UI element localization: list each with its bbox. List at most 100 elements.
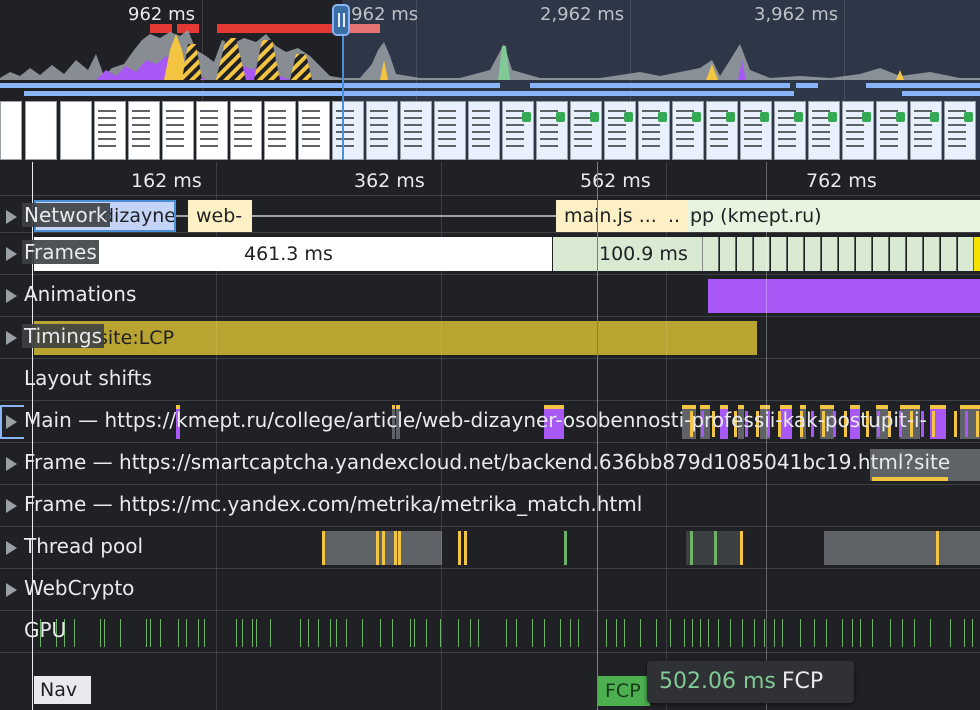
gpu-slice xyxy=(300,619,301,647)
filmstrip-thumbnail xyxy=(502,101,534,160)
thumbnail-text-line xyxy=(948,124,966,126)
thumbnail-image xyxy=(692,112,701,122)
gpu-slice xyxy=(392,619,393,647)
range-handle-icon[interactable] xyxy=(332,4,350,36)
frame-tick xyxy=(890,237,906,271)
frame-block[interactable]: 461.3 ms xyxy=(34,237,552,271)
frame-tick xyxy=(788,237,804,271)
thumbnail-text-line xyxy=(812,124,830,126)
expand-triangle-icon[interactable] xyxy=(6,457,17,471)
expand-triangle-icon[interactable] xyxy=(6,499,17,513)
pool-slice xyxy=(382,531,385,565)
frame-metrika-track[interactable]: Frame — https://mc.yandex.com/metrika/me… xyxy=(0,484,980,526)
thumbnail-text-line xyxy=(132,124,150,126)
thumbnail-text-line xyxy=(234,138,252,140)
network-request[interactable]: .. xyxy=(666,200,688,232)
thumbnail-image xyxy=(930,112,939,122)
thumbnail-text-line xyxy=(642,110,660,112)
animations-track[interactable]: Animations xyxy=(0,274,980,316)
gpu-slice xyxy=(318,619,319,647)
filmstrip-thumbnail xyxy=(400,101,432,160)
thumbnail-text-line xyxy=(710,124,728,126)
expand-triangle-icon[interactable] xyxy=(6,331,17,345)
fcp-marker[interactable]: FCP xyxy=(598,676,650,706)
thumbnail-text-line xyxy=(540,145,558,147)
filmstrip-thumbnail xyxy=(672,101,704,160)
network-request[interactable]: web- xyxy=(188,200,252,232)
expand-triangle-icon[interactable] xyxy=(6,289,17,303)
gpu-slice xyxy=(414,619,415,647)
thumbnail-image xyxy=(590,112,599,122)
thumbnail-text-line xyxy=(200,138,218,140)
gpu-slice xyxy=(362,619,363,647)
main-task-slice xyxy=(943,411,946,437)
gpu-slice xyxy=(914,619,915,647)
thumbnail-text-line xyxy=(98,145,116,147)
expand-triangle-icon[interactable] xyxy=(6,415,17,429)
track-name: Animations xyxy=(24,282,137,306)
filmstrip-thumbnail xyxy=(570,101,602,160)
filmstrip-thumbnail xyxy=(808,101,840,160)
thumbnail-text-line xyxy=(914,138,932,140)
gpu-slice xyxy=(458,619,459,647)
thumbnail-text-line xyxy=(166,110,184,112)
frame-smartcaptcha-track[interactable]: Frame — https://smartcaptcha.yandexcloud… xyxy=(0,442,980,484)
gpu-slice xyxy=(204,619,205,647)
thumbnail-text-line xyxy=(608,138,626,140)
gpu-slice xyxy=(570,619,571,647)
filmstrip-thumbnail xyxy=(638,101,670,160)
network-track[interactable]: dizayne web- main.js ... .. pp (kmept.ru… xyxy=(0,195,980,237)
pool-slice xyxy=(740,531,743,565)
network-request[interactable]: main.js ... xyxy=(556,200,666,232)
expand-triangle-icon[interactable] xyxy=(6,210,17,224)
main-thread-track[interactable]: Main — https://kmept.ru/college/article/… xyxy=(0,400,980,442)
webcrypto-track[interactable]: WebCrypto xyxy=(0,568,980,610)
frame-tick xyxy=(958,237,974,271)
thumbnail-text-line xyxy=(914,145,932,147)
timings-track[interactable]: site:LCP Timings xyxy=(0,316,980,358)
filmstrip-thumbnail xyxy=(536,101,568,160)
expand-triangle-icon[interactable] xyxy=(6,247,17,261)
track-name: GPU xyxy=(24,618,67,642)
gpu-slice xyxy=(708,619,709,647)
pool-slice xyxy=(714,531,717,565)
screenshot-filmstrip[interactable] xyxy=(0,101,980,160)
thumbnail-text-line xyxy=(710,131,728,133)
frames-track[interactable]: 461.3 ms 100.9 ms Frames xyxy=(0,232,980,274)
pool-slice xyxy=(398,531,401,565)
gpu-slice xyxy=(930,619,931,647)
thread-pool-content xyxy=(0,527,980,568)
thumbnail-text-line xyxy=(268,145,286,147)
thumbnail-image xyxy=(658,112,667,122)
timeline-overview[interactable]: 962 ms 1,962 ms 2,962 ms 3,962 ms xyxy=(0,0,980,160)
animation-block[interactable] xyxy=(708,279,980,313)
gpu-slice xyxy=(426,619,427,647)
expand-triangle-icon[interactable] xyxy=(6,541,17,555)
gpu-slice xyxy=(684,619,685,647)
gpu-slice xyxy=(860,619,861,647)
thumbnail-text-line xyxy=(914,131,932,133)
thumbnail-text-line xyxy=(846,124,864,126)
ruler-label: 562 ms xyxy=(580,170,651,192)
layout-shifts-track[interactable]: Layout shifts xyxy=(0,358,980,400)
thread-pool-track[interactable]: Thread pool xyxy=(0,526,980,568)
timing-block[interactable]: site:LCP xyxy=(34,321,757,355)
frame-block[interactable]: 100.9 ms xyxy=(553,237,703,271)
gpu-slice xyxy=(236,619,237,647)
expand-triangle-icon[interactable] xyxy=(6,583,17,597)
range-selection-line xyxy=(342,36,344,160)
thumbnail-text-line xyxy=(438,110,456,112)
filmstrip-thumbnail xyxy=(60,101,92,160)
nav-marker[interactable]: Nav xyxy=(34,676,91,704)
gpu-track[interactable]: GPU xyxy=(0,610,980,652)
thumbnail-text-line xyxy=(302,138,320,140)
thumbnail-text-line xyxy=(608,110,626,112)
main-task-slice xyxy=(954,411,957,437)
thumbnail-text-line xyxy=(370,131,388,133)
thumbnail-text-line xyxy=(506,124,524,126)
network-request[interactable]: pp (kmept.ru) xyxy=(688,200,980,232)
gpu-slice xyxy=(516,619,517,647)
pool-slice xyxy=(564,531,567,565)
gpu-slice xyxy=(814,619,815,647)
gpu-slice xyxy=(718,619,719,647)
